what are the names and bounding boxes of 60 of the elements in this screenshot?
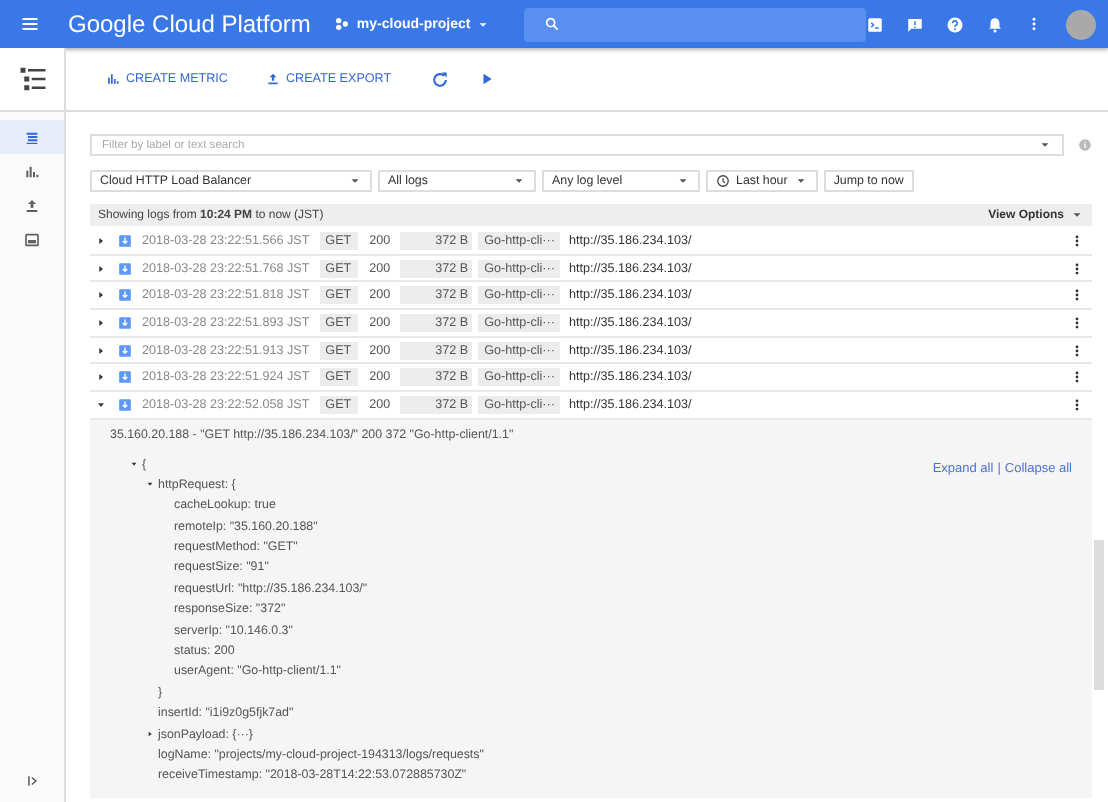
expand-toggle[interactable] bbox=[96, 235, 106, 246]
info-icon bbox=[1078, 138, 1092, 152]
log-type-icon bbox=[118, 343, 132, 358]
more-icon[interactable] bbox=[1070, 288, 1084, 303]
expand-toggle[interactable] bbox=[96, 263, 106, 274]
caret-icon bbox=[348, 174, 362, 188]
log-type-icon bbox=[118, 288, 132, 303]
caret-right-icon bbox=[96, 263, 106, 274]
caret-icon bbox=[512, 174, 526, 188]
tree-toggle[interactable] bbox=[146, 480, 158, 489]
logs-icon bbox=[24, 129, 40, 145]
refresh-icon[interactable] bbox=[429, 69, 450, 89]
caret-icon bbox=[793, 174, 808, 188]
caret-down-icon bbox=[96, 399, 106, 410]
resources-icon bbox=[24, 231, 40, 247]
scrollbar[interactable] bbox=[1094, 539, 1104, 690]
expand-toggle[interactable] bbox=[96, 345, 106, 356]
expand-toggle[interactable] bbox=[96, 399, 106, 410]
caret-right-icon bbox=[96, 372, 106, 383]
expand-toggle[interactable] bbox=[96, 317, 106, 328]
expand-toggle[interactable] bbox=[96, 290, 106, 301]
more-icon[interactable] bbox=[1070, 343, 1084, 358]
caret-right-icon bbox=[96, 317, 106, 328]
log-type-icon bbox=[118, 397, 132, 412]
exports-icon bbox=[24, 197, 40, 213]
tree-icon[interactable] bbox=[17, 64, 47, 94]
log-type-icon bbox=[118, 370, 132, 385]
sidebar-item[interactable] bbox=[0, 120, 64, 154]
log-type-icon bbox=[118, 315, 132, 330]
caret-right-icon bbox=[96, 235, 106, 246]
more-icon[interactable] bbox=[1070, 370, 1084, 385]
project-icon bbox=[334, 16, 351, 32]
search-field[interactable] bbox=[524, 7, 866, 41]
metrics-icon bbox=[24, 163, 40, 179]
caret-icon bbox=[1070, 208, 1084, 222]
more-icon[interactable] bbox=[1070, 233, 1084, 248]
log-type-icon bbox=[118, 233, 132, 248]
collapse-icon[interactable] bbox=[25, 773, 39, 787]
product-title: Google Cloud Platform bbox=[68, 10, 311, 38]
more-icon[interactable] bbox=[1070, 397, 1084, 412]
log-type-icon bbox=[118, 261, 132, 276]
caret-icon bbox=[676, 174, 690, 188]
play-icon[interactable] bbox=[479, 72, 494, 86]
export-icon bbox=[265, 72, 280, 86]
more-icon[interactable] bbox=[1070, 315, 1084, 330]
metric-icon bbox=[106, 72, 120, 86]
caret-icon bbox=[476, 17, 491, 31]
menu-icon[interactable] bbox=[20, 14, 40, 34]
terminal-icon[interactable] bbox=[866, 15, 884, 33]
help-icon[interactable] bbox=[946, 15, 964, 33]
caret-right-icon bbox=[96, 290, 106, 301]
more-icon[interactable] bbox=[1070, 261, 1084, 276]
expand-toggle[interactable] bbox=[96, 372, 106, 383]
search-icon bbox=[544, 16, 561, 32]
caret-right-icon bbox=[96, 345, 106, 356]
caret-icon bbox=[1038, 138, 1052, 152]
feedback-icon[interactable] bbox=[906, 15, 924, 33]
caret-down-icon bbox=[130, 460, 138, 468]
notifications-icon[interactable] bbox=[986, 15, 1004, 33]
clock-icon bbox=[716, 174, 730, 188]
